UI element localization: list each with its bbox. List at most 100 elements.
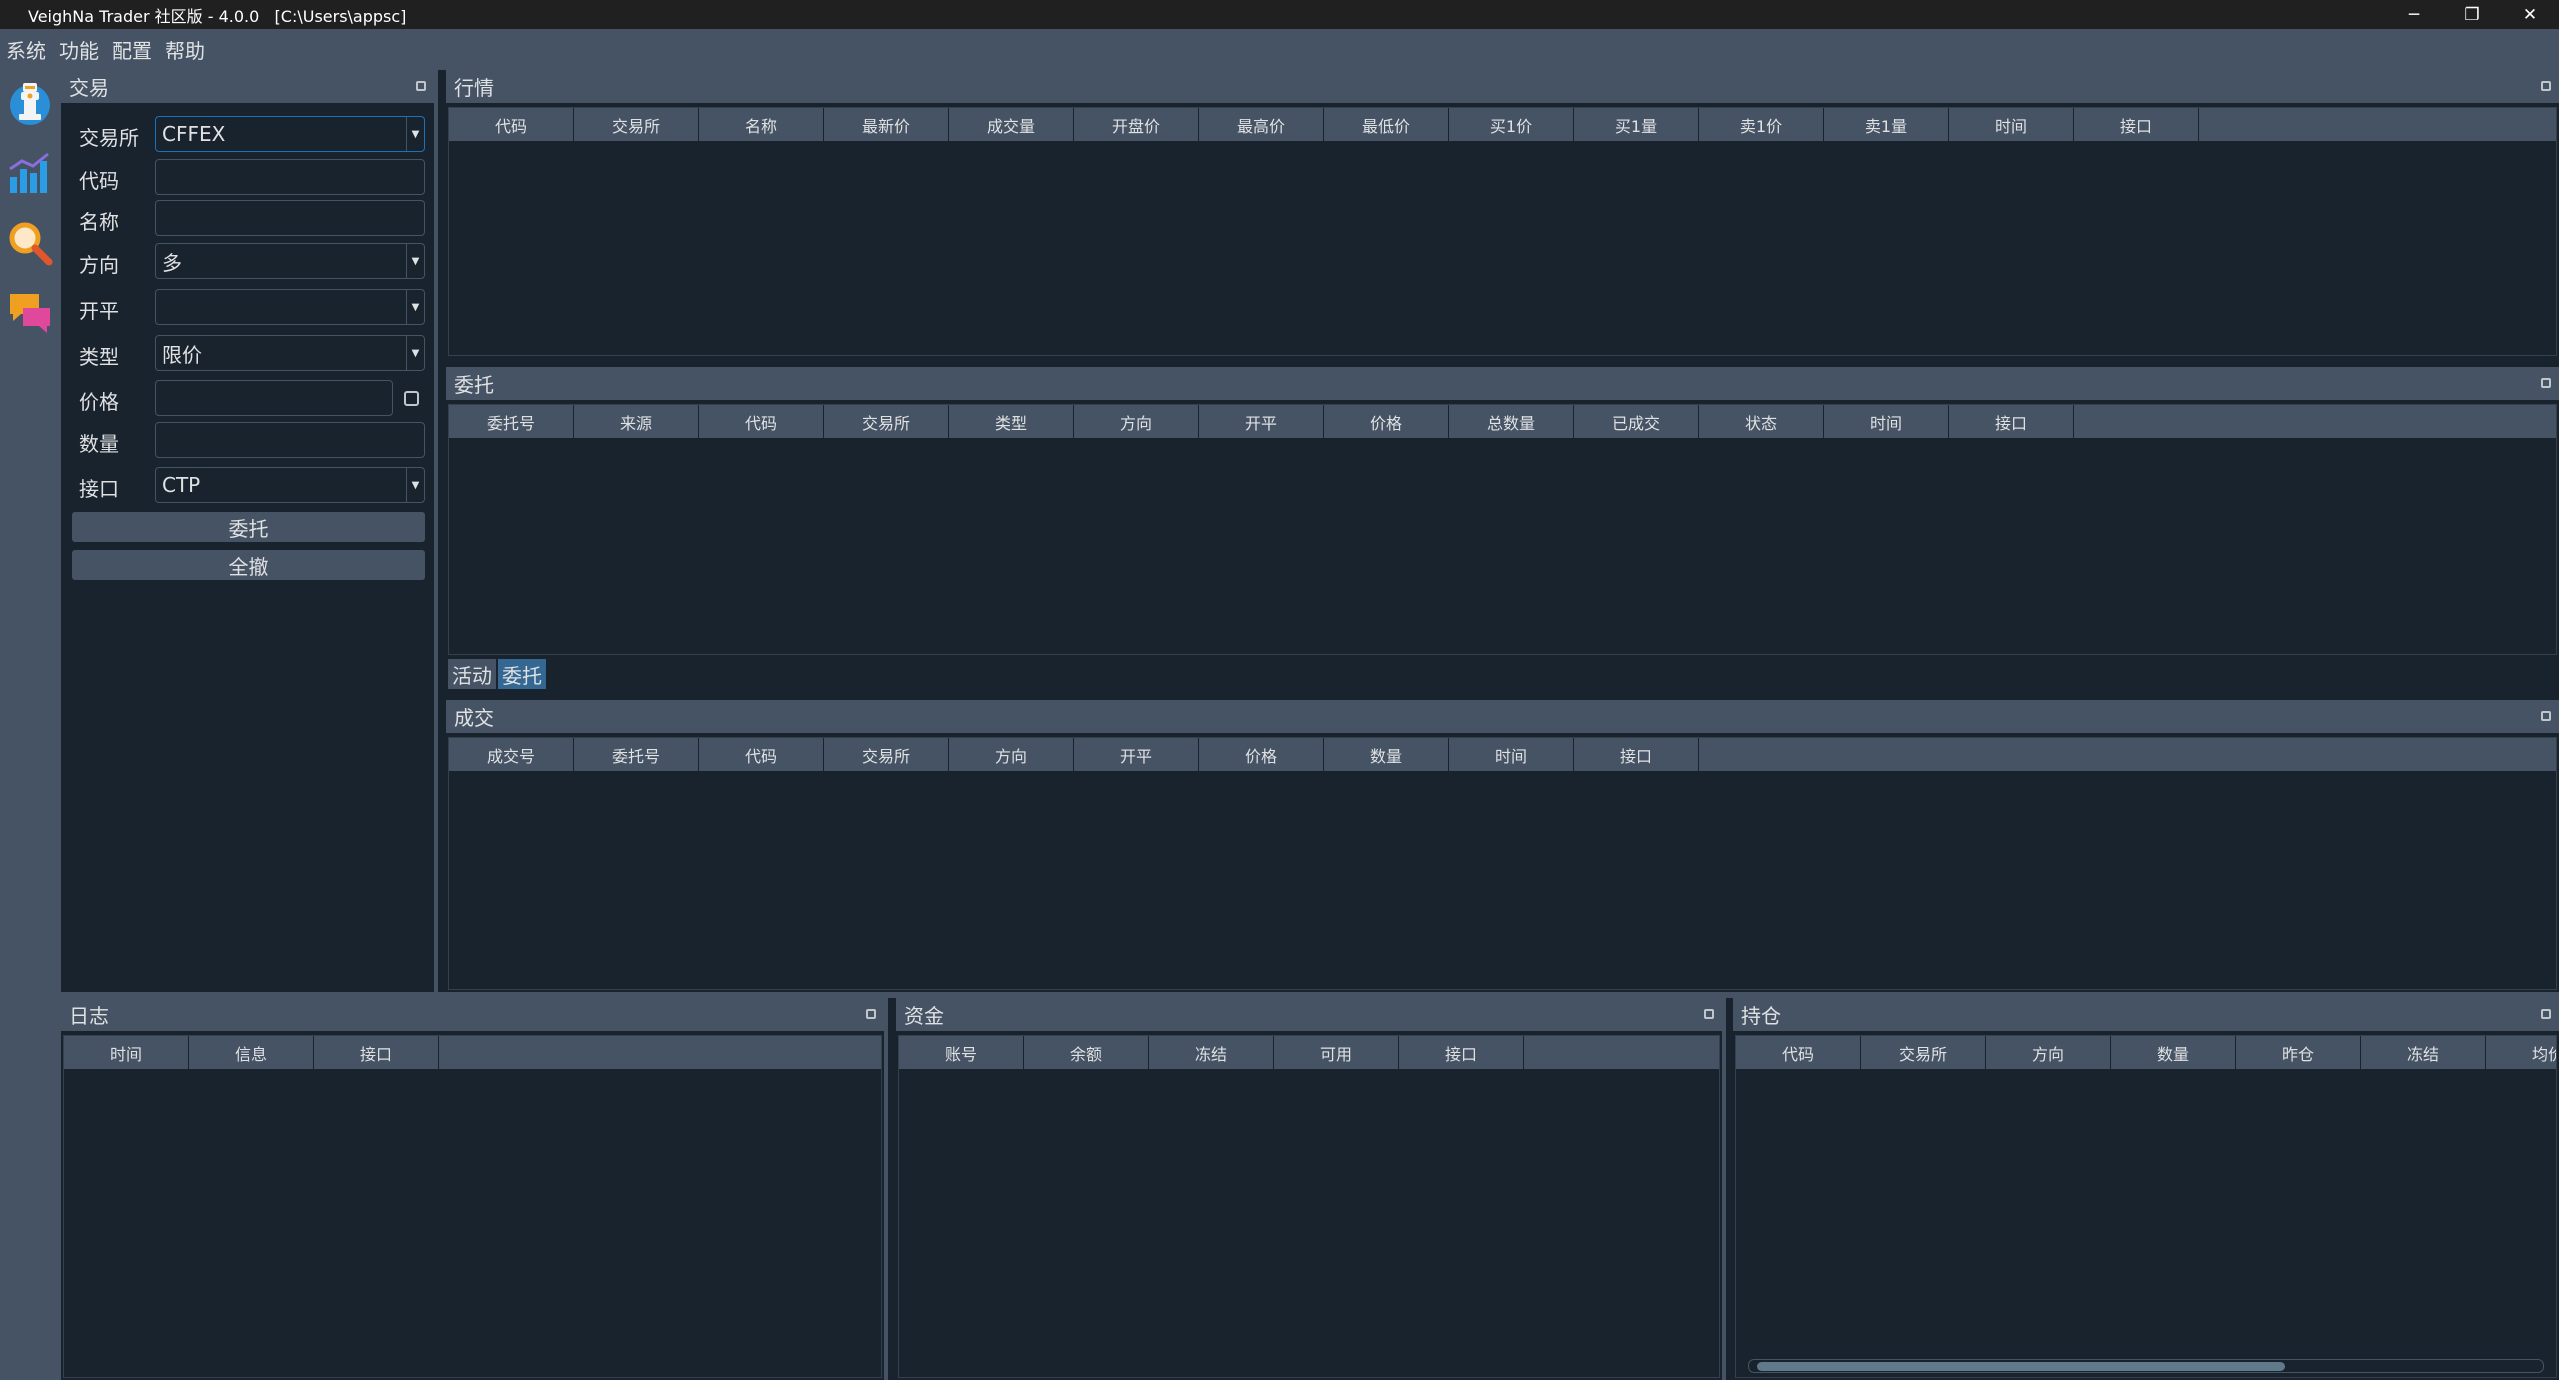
trade-panel: 成交 成交号 委托号 代码 交易所 方向 开平 价格 数量 时间 接口 (446, 700, 2559, 992)
column-header[interactable]: 类型 (949, 405, 1074, 438)
menu-help[interactable]: 帮助 (165, 35, 205, 64)
column-header[interactable]: 开平 (1199, 405, 1324, 438)
order-type-label: 类型 (79, 345, 119, 369)
account-panel: 资金 账号 余额 冻结 可用 接口 (896, 998, 1726, 1380)
direction-select[interactable]: 多 ▼ (155, 243, 425, 279)
price-input[interactable] (155, 380, 393, 416)
column-header[interactable]: 最高价 (1199, 108, 1324, 141)
minimize-button[interactable]: ─ (2385, 0, 2443, 29)
column-header[interactable]: 数量 (1324, 738, 1449, 771)
order-type-select[interactable]: 限价 ▼ (155, 335, 425, 371)
account-table[interactable]: 账号 余额 冻结 可用 接口 (898, 1035, 1720, 1378)
menu-system[interactable]: 系统 (6, 35, 46, 64)
column-header[interactable]: 开平 (1074, 738, 1199, 771)
column-header[interactable]: 账号 (899, 1036, 1024, 1069)
float-icon[interactable] (2541, 1009, 2551, 1019)
column-header[interactable]: 方向 (1074, 405, 1199, 438)
name-input[interactable] (155, 200, 425, 236)
log-table[interactable]: 时间 信息 接口 (63, 1035, 882, 1378)
position-table[interactable]: 代码 交易所 方向 数量 昨仓 冻结 均价 (1735, 1035, 2557, 1378)
menu-function[interactable]: 功能 (59, 35, 99, 64)
gateway-select[interactable]: CTP ▼ (155, 467, 425, 503)
order-tabs: 活动 委托 (448, 659, 548, 689)
column-header[interactable]: 接口 (1949, 405, 2074, 438)
column-header[interactable]: 代码 (699, 405, 824, 438)
order-table[interactable]: 委托号 来源 代码 交易所 类型 方向 开平 价格 总数量 已成交 状态 时间 … (448, 404, 2557, 655)
restore-button[interactable]: ❐ (2443, 0, 2501, 29)
column-header[interactable]: 交易所 (824, 738, 949, 771)
price-checkbox[interactable] (404, 391, 419, 406)
cancel-all-button[interactable]: 全撤 (72, 550, 425, 580)
offset-select[interactable]: ▼ (155, 289, 425, 325)
column-header[interactable]: 来源 (574, 405, 699, 438)
column-header[interactable]: 最新价 (824, 108, 949, 141)
magnifier-icon[interactable] (6, 218, 54, 268)
position-panel: 持仓 代码 交易所 方向 数量 昨仓 冻结 均价 (1733, 998, 2559, 1380)
column-header[interactable]: 代码 (699, 738, 824, 771)
column-header[interactable]: 状态 (1699, 405, 1824, 438)
column-header[interactable]: 数量 (2111, 1036, 2236, 1069)
tab-all-orders[interactable]: 委托 (498, 659, 546, 689)
float-icon[interactable] (2541, 81, 2551, 91)
float-icon[interactable] (1704, 1009, 1714, 1019)
column-header[interactable]: 已成交 (1574, 405, 1699, 438)
column-header[interactable]: 可用 (1274, 1036, 1399, 1069)
column-header[interactable]: 代码 (449, 108, 574, 141)
column-header[interactable]: 买1量 (1574, 108, 1699, 141)
column-header[interactable]: 时间 (1949, 108, 2074, 141)
menu-config[interactable]: 配置 (112, 35, 152, 64)
column-header[interactable]: 均价 (2486, 1036, 2556, 1069)
chat-bubbles-icon[interactable] (6, 288, 54, 338)
column-header[interactable]: 接口 (1574, 738, 1699, 771)
trading-panel-title: 交易 (61, 70, 434, 103)
column-header[interactable]: 接口 (314, 1036, 439, 1069)
column-header[interactable]: 昨仓 (2236, 1036, 2361, 1069)
column-header[interactable]: 委托号 (574, 738, 699, 771)
column-header[interactable]: 卖1价 (1699, 108, 1824, 141)
close-button[interactable]: ✕ (2501, 0, 2559, 29)
column-header[interactable]: 交易所 (574, 108, 699, 141)
tick-table[interactable]: 代码 交易所 名称 最新价 成交量 开盘价 最高价 最低价 买1价 买1量 卖1… (448, 107, 2557, 356)
order-panel: 委托 委托号 来源 代码 交易所 类型 方向 开平 价格 总数量 已成交 状态 … (446, 367, 2559, 694)
float-icon[interactable] (2541, 711, 2551, 721)
column-header[interactable]: 最低价 (1324, 108, 1449, 141)
bar-chart-icon[interactable] (6, 148, 54, 198)
column-header[interactable]: 价格 (1199, 738, 1324, 771)
column-header[interactable]: 成交量 (949, 108, 1074, 141)
float-icon[interactable] (416, 81, 426, 91)
exchange-select[interactable]: CFFEX ▼ (155, 116, 425, 152)
column-header[interactable]: 买1价 (1449, 108, 1574, 141)
column-header[interactable]: 委托号 (449, 405, 574, 438)
column-header[interactable]: 时间 (64, 1036, 189, 1069)
column-header[interactable]: 方向 (949, 738, 1074, 771)
column-header[interactable]: 余额 (1024, 1036, 1149, 1069)
column-header[interactable]: 交易所 (1861, 1036, 1986, 1069)
column-header[interactable]: 卖1量 (1824, 108, 1949, 141)
column-header[interactable]: 代码 (1736, 1036, 1861, 1069)
trader-robot-icon[interactable] (6, 78, 54, 128)
float-icon[interactable] (866, 1009, 876, 1019)
symbol-input[interactable] (155, 159, 425, 195)
column-header[interactable]: 方向 (1986, 1036, 2111, 1069)
column-header[interactable]: 时间 (1449, 738, 1574, 771)
column-header[interactable]: 名称 (699, 108, 824, 141)
scrollbar-thumb[interactable] (1757, 1362, 2285, 1371)
column-header[interactable]: 总数量 (1449, 405, 1574, 438)
column-header[interactable]: 开盘价 (1074, 108, 1199, 141)
volume-input[interactable] (155, 422, 425, 458)
position-horizontal-scrollbar[interactable] (1748, 1359, 2544, 1373)
column-header[interactable]: 成交号 (449, 738, 574, 771)
position-panel-title-text: 持仓 (1741, 1004, 1781, 1028)
column-header[interactable]: 接口 (2074, 108, 2199, 141)
column-header[interactable]: 信息 (189, 1036, 314, 1069)
tab-active-orders[interactable]: 活动 (448, 659, 496, 689)
column-header[interactable]: 冻结 (1149, 1036, 1274, 1069)
column-header[interactable]: 时间 (1824, 405, 1949, 438)
column-header[interactable]: 交易所 (824, 405, 949, 438)
float-icon[interactable] (2541, 378, 2551, 388)
column-header[interactable]: 接口 (1399, 1036, 1524, 1069)
column-header[interactable]: 冻结 (2361, 1036, 2486, 1069)
send-order-button[interactable]: 委托 (72, 512, 425, 542)
column-header[interactable]: 价格 (1324, 405, 1449, 438)
trade-table[interactable]: 成交号 委托号 代码 交易所 方向 开平 价格 数量 时间 接口 (448, 737, 2557, 990)
